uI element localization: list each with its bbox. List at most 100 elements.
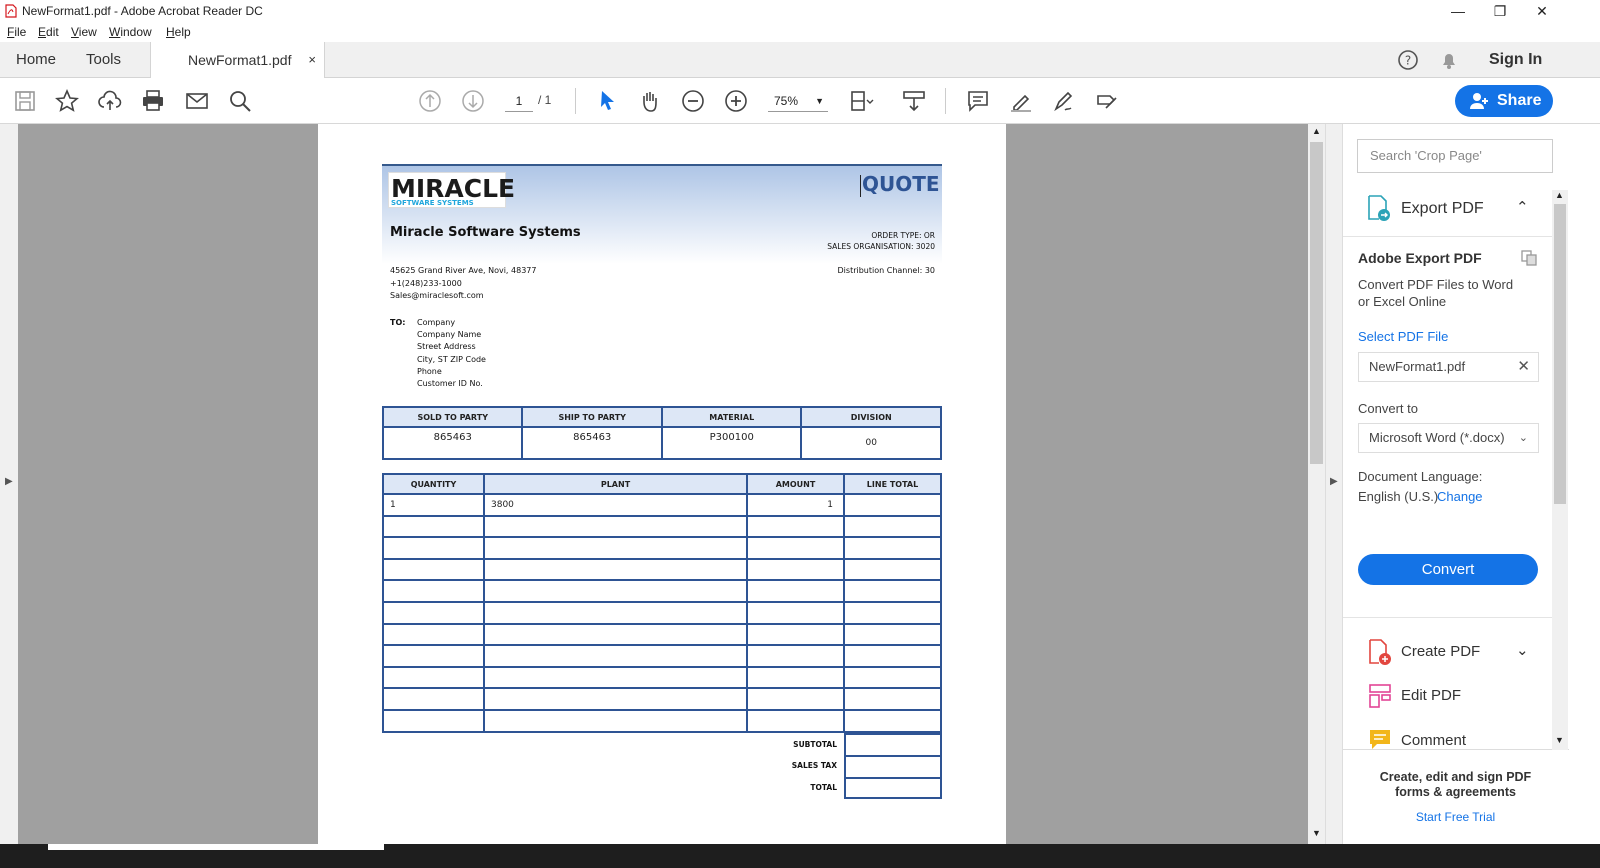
empty-cell [843,708,942,733]
quote-title: QUOTE [862,172,940,196]
chevron-down-icon[interactable]: ⌄ [1516,641,1529,659]
scrollbar-thumb[interactable] [1310,142,1323,464]
menu-help[interactable]: Help [166,25,191,39]
left-panel-toggle-strip[interactable]: ▶ [0,124,18,844]
scrollbar-thumb[interactable] [1554,204,1566,504]
scroll-up-icon[interactable]: ▲ [1555,190,1564,200]
convert-format-select[interactable]: Microsoft Word (*.docx) ⌄ [1358,423,1539,453]
tab-tools[interactable]: Tools [86,42,121,78]
empty-cell [843,536,942,560]
tool-create-pdf[interactable]: Create PDF [1401,643,1480,660]
previous-page-icon[interactable] [417,88,443,114]
export-description: Convert PDF Files to Word or Excel Onlin… [1358,277,1514,309]
comment-icon[interactable] [965,88,991,114]
hand-tool-icon[interactable] [637,88,663,114]
start-free-trial-link[interactable]: Start Free Trial [1373,810,1538,824]
empty-cell [746,514,845,539]
selected-file-field[interactable]: NewFormat1.pdf ✕ [1358,352,1539,382]
text-cursor [860,175,861,197]
highlight-pen-icon[interactable] [1008,88,1034,114]
restore-button[interactable]: ❐ [1478,0,1522,22]
document-language-label: Document Language: [1358,469,1483,484]
page-fit-icon[interactable] [848,88,874,114]
empty-cell [483,644,748,668]
recipient-line: Phone [417,366,442,376]
help-icon[interactable]: ? [1397,49,1419,71]
table-row [382,579,942,603]
select-cursor-icon[interactable] [594,88,620,114]
fill-sign-icon[interactable] [1051,88,1077,114]
tool-edit-pdf[interactable]: Edit PDF [1401,687,1461,704]
tools-pane-scrollbar[interactable]: ▲ ▼ [1552,190,1568,750]
share-button[interactable]: Share [1455,85,1553,117]
minimize-button[interactable]: — [1436,0,1480,22]
empty-cell [382,708,485,733]
menu-edit[interactable]: Edit [38,25,59,39]
table-row [382,536,942,560]
sign-in-link[interactable]: Sign In [1489,42,1542,78]
close-window-button[interactable]: ✕ [1520,0,1564,22]
empty-cell [483,665,748,690]
print-icon[interactable] [140,88,166,114]
bookmark-star-icon[interactable] [54,88,80,114]
convert-button[interactable]: Convert [1358,554,1538,585]
tab-home[interactable]: Home [16,42,56,78]
file-name: NewFormat1.pdf [1369,359,1466,374]
search-zoom-icon[interactable] [227,88,253,114]
clear-file-icon[interactable]: ✕ [1517,353,1530,381]
toolbar-divider [575,88,576,114]
items-header: PLANT [483,473,748,495]
document-scrollbar[interactable]: ▲ ▼ [1308,124,1325,844]
party-header: SOLD TO PARTY [381,406,524,428]
plant-cell: 3800 [483,493,748,517]
ship-to-party-value: 865463 [521,426,663,460]
empty-cell [843,622,942,647]
empty-cell [746,644,845,668]
scroll-mode-icon[interactable] [901,88,927,114]
empty-cell [483,536,748,560]
tab-document[interactable]: NewFormat1.pdf × [150,42,325,79]
share-label: Share [1497,92,1542,109]
menu-file[interactable]: File [7,25,26,39]
notification-bell-icon[interactable] [1438,49,1460,71]
expand-left-icon[interactable]: ▶ [5,476,13,487]
taskbar-item[interactable] [48,844,384,850]
email-icon[interactable] [184,88,210,114]
chevron-down-icon: ▼ [815,96,824,106]
copy-files-icon [1521,250,1537,266]
tab-document-label: NewFormat1.pdf [188,52,292,68]
window-title: NewFormat1.pdf - Adobe Acrobat Reader DC [22,4,263,18]
menu-view[interactable]: View [71,25,97,39]
party-table: SOLD TO PARTY SHIP TO PARTY MATERIAL DIV… [381,406,942,460]
more-tools-icon[interactable] [1094,88,1120,114]
recipient-line: Customer ID No. [417,379,483,389]
scroll-up-icon[interactable]: ▲ [1312,126,1321,136]
promo-text: Create, edit and sign PDF forms & agreem… [1379,770,1532,799]
zoom-out-icon[interactable] [680,88,706,114]
menu-window[interactable]: Window [109,25,152,39]
menu-bar: File Edit View Window Help [0,22,1600,42]
material-value: P300100 [660,426,803,460]
next-page-icon[interactable] [460,88,486,114]
scroll-down-icon[interactable]: ▼ [1555,735,1564,745]
upload-cloud-icon[interactable] [97,88,123,114]
tool-comment[interactable]: Comment [1401,732,1466,749]
page-number-input[interactable]: 1 [505,90,533,112]
empty-cell [483,514,748,539]
right-panel-toggle-strip[interactable]: ▶ [1325,124,1342,844]
zoom-select[interactable]: 75% ▼ [768,90,828,112]
items-header: LINE TOTAL [843,473,942,495]
export-pdf-title[interactable]: Export PDF [1401,200,1484,218]
tools-search-input[interactable]: Search 'Crop Page' [1357,139,1553,173]
change-language-link[interactable]: Change [1437,489,1483,504]
address-line: 45625 Grand River Ave, Novi, 48377 [390,266,537,275]
close-tab-icon[interactable]: × [308,42,316,78]
scroll-down-icon[interactable]: ▼ [1312,828,1321,838]
collapse-right-icon[interactable]: ▶ [1330,476,1338,487]
chevron-up-icon[interactable]: ⌃ [1516,198,1529,216]
to-label: TO: [390,318,406,327]
convert-format-value: Microsoft Word (*.docx) [1369,430,1505,445]
recipient-line: Company [417,318,456,327]
save-icon[interactable] [12,88,38,114]
zoom-in-icon[interactable] [723,88,749,114]
